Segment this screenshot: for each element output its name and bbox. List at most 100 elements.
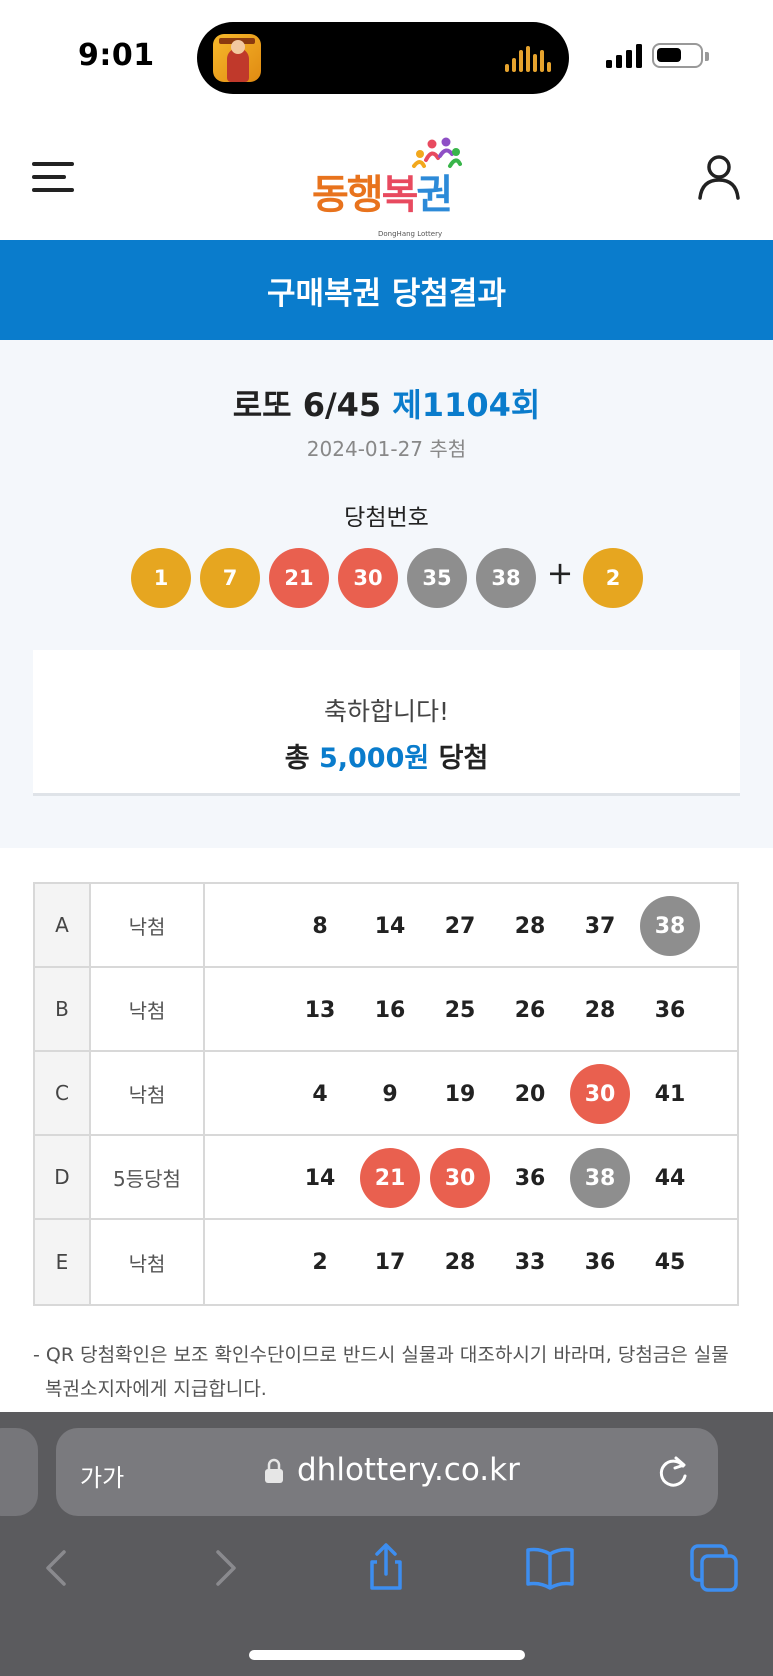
- ticket-number: 13: [304, 997, 336, 1023]
- matched-number-ball: 30: [430, 1148, 490, 1208]
- ticket-number: 36: [584, 1249, 616, 1275]
- ticket-number: 4: [312, 1081, 328, 1107]
- ticket-number: 41: [654, 1081, 686, 1107]
- now-playing-artwork-icon: [213, 34, 261, 82]
- share-icon[interactable]: [356, 1538, 416, 1598]
- chevron-left-icon[interactable]: [28, 1538, 88, 1598]
- book-icon[interactable]: [520, 1538, 580, 1598]
- ticket-result-status: 낙첨: [91, 1220, 205, 1304]
- ticket-number: 44: [654, 1165, 686, 1191]
- hamburger-menu-icon[interactable]: [32, 160, 74, 194]
- winning-number-ball: 21: [269, 548, 329, 608]
- ticket-numbers: 14 21 30 36 38 44: [205, 1136, 737, 1218]
- dynamic-island[interactable]: [197, 22, 569, 94]
- chevron-right-icon[interactable]: [194, 1538, 254, 1598]
- ticket-game-label: B: [35, 968, 91, 1050]
- ticket-game-label: D: [35, 1136, 91, 1218]
- ticket-number: 17: [374, 1249, 406, 1275]
- winning-number-ball: 38: [476, 548, 536, 608]
- ticket-number: 45: [654, 1249, 686, 1275]
- logo-subtitle: DongHang Lottery: [378, 230, 443, 238]
- ticket-game-label: E: [35, 1220, 91, 1304]
- ticket-numbers: 13 16 25 26 28 36: [205, 968, 737, 1050]
- congrats-box: 축하합니다! 총 5,000원 당첨: [33, 650, 740, 796]
- site-header: 동행복권 DongHang Lottery: [0, 110, 773, 240]
- draw-date: 2024-01-27 추첨: [306, 437, 467, 461]
- game-title: 로또 6/45 제1104회: [232, 386, 541, 424]
- ticket-number: 28: [444, 1249, 476, 1275]
- ticket-result-status: 낙첨: [91, 968, 205, 1050]
- ticket-number: 33: [514, 1249, 546, 1275]
- matched-number-ball: 21: [360, 1148, 420, 1208]
- ticket-number: 9: [382, 1081, 398, 1107]
- ticket-number: 25: [444, 997, 476, 1023]
- total-prize: 총 5,000원 당첨: [284, 743, 489, 774]
- page-title-bar: 구매복권 당첨결과: [0, 240, 773, 340]
- ticket-number: 2: [312, 1249, 328, 1275]
- winning-numbers-label: 당첨번호: [344, 505, 429, 531]
- tabs-icon[interactable]: [684, 1538, 744, 1598]
- cellular-signal-icon: [606, 44, 642, 68]
- winning-number-ball: 1: [131, 548, 191, 608]
- ticket-row: B 낙첨 13 16 25 26 28 36: [35, 968, 737, 1052]
- ticket-row: E 낙첨 2 17 28 33 36 45: [35, 1220, 737, 1304]
- browser-toolbar: [0, 1538, 773, 1608]
- ticket-numbers: 4 9 19 20 30 41: [205, 1052, 737, 1134]
- bonus-plus-sign: +: [546, 554, 574, 592]
- ticket-number: 36: [514, 1165, 546, 1191]
- home-indicator: [249, 1650, 525, 1660]
- logo-text: 동행복권: [312, 172, 453, 218]
- ticket-number: 8: [312, 913, 328, 939]
- ticket-game-label: A: [35, 884, 91, 966]
- round-number: 제1104회: [392, 386, 541, 424]
- prize-amount: 5,000원: [318, 743, 430, 774]
- previous-tab-preview[interactable]: [0, 1428, 38, 1516]
- ticket-row: D 5등당첨 14 21 30 36 38 44: [35, 1136, 737, 1220]
- ticket-row: A 낙첨 8 14 27 28 37 38: [35, 884, 737, 968]
- ticket-result-status: 낙첨: [91, 1052, 205, 1134]
- ticket-game-label: C: [35, 1052, 91, 1134]
- ticket-number: 26: [514, 997, 546, 1023]
- ticket-row: C 낙첨 4 9 19 20 30 41: [35, 1052, 737, 1136]
- battery-tip: [705, 52, 709, 61]
- qr-notice: - QR 당첨확인은 보조 확인수단이므로 반드시 실물과 대조하시기 바라며,…: [33, 1344, 729, 1400]
- ticket-result-status: 낙첨: [91, 884, 205, 966]
- ticket-number: 28: [584, 997, 616, 1023]
- text-size-button[interactable]: 가가: [80, 1458, 124, 1493]
- ticket-number: 19: [444, 1081, 476, 1107]
- congrats-message: 축하합니다!: [323, 697, 450, 726]
- ticket-results-table: A 낙첨 8 14 27 28 37 38 B 낙첨 13 16 25 26 28 36 C 낙첨 4 9 19 20 30…: [33, 882, 739, 1306]
- ticket-number: 28: [514, 913, 546, 939]
- draw-result-section: 로또 6/45 제1104회 2024-01-27 추첨 당첨번호 + 1 7 21…: [0, 340, 773, 848]
- reload-icon[interactable]: [656, 1454, 690, 1490]
- audio-waveform-icon: [505, 46, 551, 72]
- bonus-number-ball: 2: [583, 548, 643, 608]
- winning-number-ball: 7: [200, 548, 260, 608]
- user-profile-icon[interactable]: [696, 154, 742, 200]
- page-title: 구매복권 당첨결과: [267, 275, 506, 312]
- winning-number-ball: 35: [407, 548, 467, 608]
- ticket-number: 27: [444, 913, 476, 939]
- ticket-number: 20: [514, 1081, 546, 1107]
- lock-icon: [265, 1458, 283, 1483]
- ticket-number: 36: [654, 997, 686, 1023]
- ticket-number: 37: [584, 913, 616, 939]
- ticket-number: 16: [374, 997, 406, 1023]
- status-time: 9:01: [78, 38, 155, 73]
- ticket-numbers: 2 17 28 33 36 45: [205, 1220, 737, 1304]
- address-bar[interactable]: 가가 dhlottery.co.kr: [56, 1428, 718, 1516]
- url-text[interactable]: dhlottery.co.kr: [297, 1452, 520, 1488]
- status-bar: 9:01: [0, 0, 773, 110]
- ticket-result-status: 5등당첨: [91, 1136, 205, 1218]
- matched-number-ball: 38: [640, 896, 700, 956]
- donghaeng-lottery-logo[interactable]: 동행복권 DongHang Lottery: [312, 136, 462, 238]
- ticket-number: 14: [304, 1165, 336, 1191]
- winning-numbers: + 1 7 21 30 35 38 2: [131, 548, 643, 608]
- winning-number-ball: 30: [338, 548, 398, 608]
- battery-icon: [652, 43, 703, 68]
- matched-number-ball: 30: [570, 1064, 630, 1124]
- ticket-numbers: 8 14 27 28 37 38: [205, 884, 737, 966]
- matched-number-ball: 38: [570, 1148, 630, 1208]
- browser-bar: 가가 dhlottery.co.kr: [0, 1412, 773, 1676]
- ticket-number: 14: [374, 913, 406, 939]
